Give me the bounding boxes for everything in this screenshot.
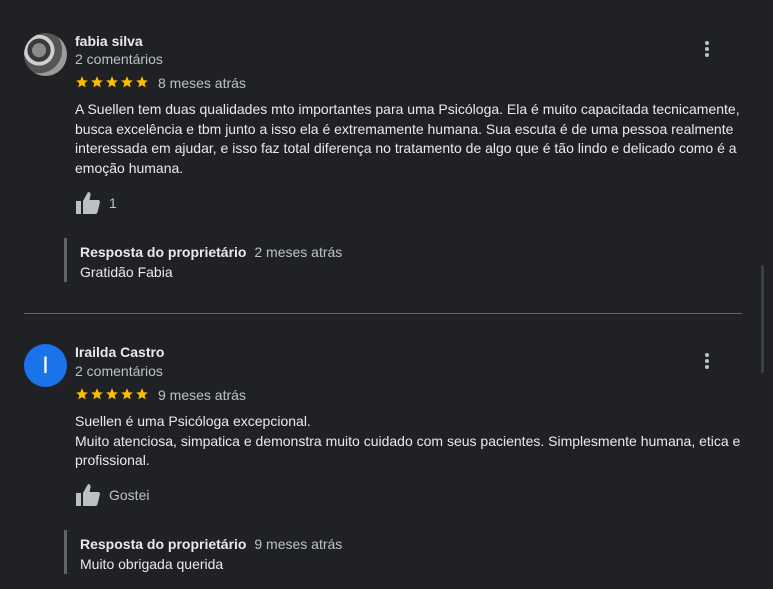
reply-date: 9 meses atrás (254, 536, 343, 552)
star-rating (75, 387, 149, 401)
reply-text: Muito obrigada querida (80, 556, 224, 572)
thumb-up-icon (75, 483, 101, 507)
more-options-button[interactable] (700, 351, 714, 371)
star-icon (105, 387, 119, 401)
more-vert-icon (705, 353, 709, 357)
review-text-line: Suellen é uma Psicóloga excepcional. (75, 413, 311, 429)
star-icon (90, 387, 104, 401)
reviewer-name[interactable]: Irailda Castro (75, 344, 164, 360)
reply-owner-label: Resposta do proprietário (80, 536, 247, 552)
review-date: 9 meses atrás (158, 387, 246, 403)
star-icon (120, 387, 134, 401)
review-text-line: Muito atenciosa, simpatica e demonstra m… (75, 432, 741, 469)
scrollbar[interactable] (761, 265, 764, 373)
avatar[interactable]: I (24, 344, 67, 387)
owner-reply: Resposta do proprietário 9 meses atrás M… (64, 530, 727, 574)
like-button[interactable]: Gostei (75, 483, 149, 507)
star-icon (135, 387, 149, 401)
like-label: Gostei (109, 487, 150, 503)
review-text: Suellen é uma Psicóloga excepcional. Mui… (75, 412, 743, 471)
star-icon (75, 387, 89, 401)
review-count: 2 comentários (75, 363, 163, 379)
review-card: I Irailda Castro 2 comentários 9 meses a… (24, 0, 742, 589)
